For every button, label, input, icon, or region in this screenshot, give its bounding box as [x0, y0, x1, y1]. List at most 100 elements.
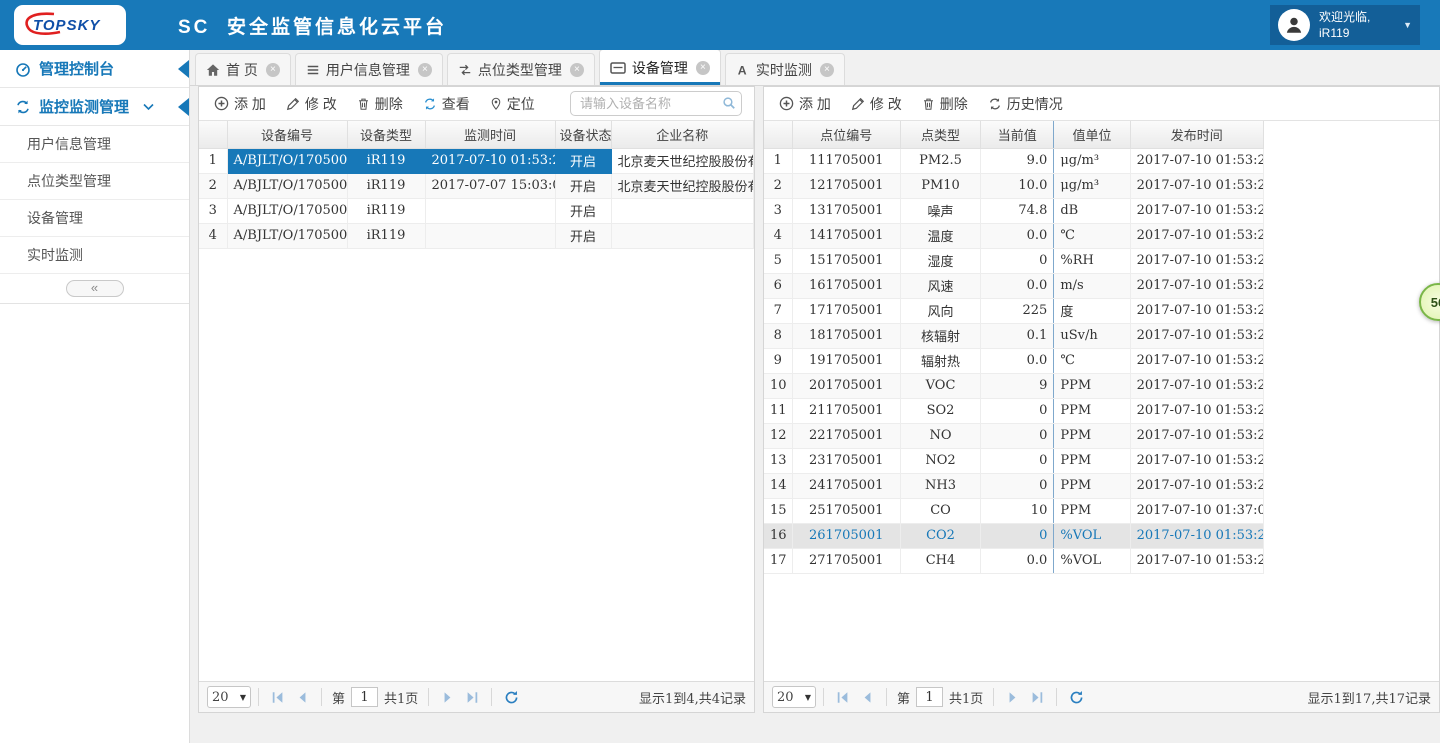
search-icon[interactable]: [722, 96, 736, 115]
sidebar-item-device[interactable]: 设备管理: [0, 200, 189, 237]
tab-close-icon[interactable]: ×: [570, 63, 584, 77]
delete-button[interactable]: 删除: [348, 90, 412, 118]
list-icon: [306, 63, 320, 77]
table-row[interactable]: 9191705001辐射热0.0℃2017-07-10 01:53:21: [764, 348, 1264, 373]
refresh-button[interactable]: [501, 687, 521, 707]
page-number-input[interactable]: [916, 687, 943, 707]
main-content: 添 加 修 改 删除: [190, 86, 1440, 743]
table-row[interactable]: 6161705001风速0.0m/s2017-07-10 01:53:21: [764, 273, 1264, 298]
table-cell: 12: [764, 423, 792, 448]
sidebar-item-console[interactable]: 管理控制台: [0, 50, 189, 88]
table-row[interactable]: 4141705001温度0.0℃2017-07-10 01:53:22: [764, 223, 1264, 248]
tab-point-type-management[interactable]: 点位类型管理 ×: [447, 53, 595, 85]
delete-button[interactable]: 删除: [913, 90, 977, 118]
sidebar-item-monitoring[interactable]: 监控监测管理: [0, 88, 189, 126]
table-row[interactable]: 1A/BJLT/O/1705001iR1192017-07-10 01:53:2…: [199, 148, 754, 173]
table-cell: 4: [764, 223, 792, 248]
table-row[interactable]: 11211705001SO20PPM2017-07-10 01:53:22: [764, 398, 1264, 423]
table-row[interactable]: 13231705001NO20PPM2017-07-10 01:53:22: [764, 448, 1264, 473]
panel-splitter[interactable]: [755, 86, 763, 713]
table-cell: 211705001: [792, 398, 900, 423]
prev-page-button[interactable]: [857, 687, 877, 707]
table-cell: 2017-07-10 01:53:22: [1130, 248, 1263, 273]
table-row[interactable]: 12221705001NO0PPM2017-07-10 01:53:21: [764, 423, 1264, 448]
column-header[interactable]: 设备类型: [347, 121, 425, 148]
sidebar-item-point-type[interactable]: 点位类型管理: [0, 163, 189, 200]
table-cell: 9: [981, 373, 1054, 398]
table-cell: 10.0: [981, 173, 1054, 198]
tab-close-icon[interactable]: ×: [266, 63, 280, 77]
column-header[interactable]: 设备状态: [555, 121, 611, 148]
edit-button[interactable]: 修 改: [842, 90, 911, 118]
table-cell: 风速: [900, 273, 980, 298]
column-header[interactable]: 当前值: [981, 121, 1054, 148]
next-page-button[interactable]: [438, 687, 458, 707]
table-header-row: 点位编号点类型当前值值单位发布时间: [764, 121, 1264, 148]
edit-button[interactable]: 修 改: [277, 90, 346, 118]
table-row[interactable]: 3A/BJLT/O/1705003iR119开启: [199, 198, 754, 223]
table-cell: %VOL: [1054, 548, 1130, 573]
last-page-button[interactable]: [1027, 687, 1047, 707]
first-page-button[interactable]: [833, 687, 853, 707]
table-row[interactable]: 17271705001CH40.0%VOL2017-07-10 01:53:21: [764, 548, 1264, 573]
tab-label: 实时监测: [756, 60, 812, 80]
last-page-button[interactable]: [462, 687, 482, 707]
add-button[interactable]: 添 加: [205, 90, 275, 118]
table-row[interactable]: 14241705001NH30PPM2017-07-10 01:53:21: [764, 473, 1264, 498]
user-menu[interactable]: 欢迎光临, iR119 ▼: [1270, 5, 1420, 45]
sidebar-item-realtime[interactable]: 实时监测: [0, 237, 189, 274]
collapse-sidebar-button[interactable]: «: [66, 280, 124, 297]
sidebar-item-label: 监控监测管理: [39, 96, 129, 117]
table-row[interactable]: 5151705001湿度0%RH2017-07-10 01:53:22: [764, 248, 1264, 273]
table-row[interactable]: 3131705001噪声74.8dB2017-07-10 01:53:22: [764, 198, 1264, 223]
column-header[interactable]: [199, 121, 227, 148]
tab-device-management[interactable]: 设备管理 ×: [599, 49, 721, 85]
column-header[interactable]: 设备编号: [227, 121, 347, 148]
first-page-button[interactable]: [268, 687, 288, 707]
table-row[interactable]: 10201705001VOC9PPM2017-07-10 01:53:22: [764, 373, 1264, 398]
table-row[interactable]: 1111705001PM2.59.0μg/m³2017-07-10 01:53:…: [764, 148, 1264, 173]
table-row[interactable]: 15251705001CO10PPM2017-07-10 01:37:01: [764, 498, 1264, 523]
tab-close-icon[interactable]: ×: [696, 61, 710, 75]
tab-user-management[interactable]: 用户信息管理 ×: [295, 53, 443, 85]
column-header[interactable]: 值单位: [1054, 121, 1130, 148]
table-row[interactable]: 7171705001风向225度2017-07-10 01:53:21: [764, 298, 1264, 323]
locate-button[interactable]: 定位: [481, 90, 544, 118]
tab-label: 首 页: [226, 60, 258, 80]
add-button[interactable]: 添 加: [770, 90, 840, 118]
pencil-icon: [851, 97, 865, 111]
table-row[interactable]: 16261705001CO20%VOL2017-07-10 01:53:22: [764, 523, 1264, 548]
table-row[interactable]: 4A/BJLT/O/1705004iR119开启: [199, 223, 754, 248]
tab-close-icon[interactable]: ×: [820, 63, 834, 77]
tab-close-icon[interactable]: ×: [418, 63, 432, 77]
tab-realtime-monitoring[interactable]: A 实时监测 ×: [725, 53, 845, 85]
column-header[interactable]: 发布时间: [1130, 121, 1263, 148]
table-cell: 225: [981, 298, 1054, 323]
refresh-button[interactable]: [1066, 687, 1086, 707]
column-header[interactable]: 点位编号: [792, 121, 900, 148]
table-row[interactable]: 8181705001核辐射0.1uSv/h2017-07-10 01:53:21: [764, 323, 1264, 348]
next-page-button[interactable]: [1003, 687, 1023, 707]
table-row[interactable]: 2121705001PM1010.0μg/m³2017-07-10 01:53:…: [764, 173, 1264, 198]
column-header[interactable]: 企业名称: [611, 121, 754, 148]
table-cell: 2017-07-10 01:53:21: [1130, 423, 1263, 448]
tab-home[interactable]: 首 页 ×: [195, 53, 291, 85]
view-button[interactable]: 查看: [414, 90, 479, 118]
search-input[interactable]: [570, 91, 742, 116]
monitor-icon: A: [736, 63, 750, 77]
table-row[interactable]: 2A/BJLT/O/1705002iR1192017-07-07 15:03:0…: [199, 173, 754, 198]
sidebar-item-user-info[interactable]: 用户信息管理: [0, 126, 189, 163]
trash-icon: [922, 97, 935, 111]
column-header[interactable]: 监测时间: [425, 121, 555, 148]
table-cell: 261705001: [792, 523, 900, 548]
page-number-input[interactable]: [351, 687, 378, 707]
table-cell: 风向: [900, 298, 980, 323]
page-size-select[interactable]: 20 ▼: [772, 686, 816, 708]
page-size-select[interactable]: 20 ▼: [207, 686, 251, 708]
column-header[interactable]: [764, 121, 792, 148]
prev-page-button[interactable]: [292, 687, 312, 707]
table-cell: 3: [199, 198, 227, 223]
column-header[interactable]: 点类型: [900, 121, 980, 148]
history-button[interactable]: 历史情况: [979, 90, 1072, 118]
separator: [258, 688, 259, 706]
